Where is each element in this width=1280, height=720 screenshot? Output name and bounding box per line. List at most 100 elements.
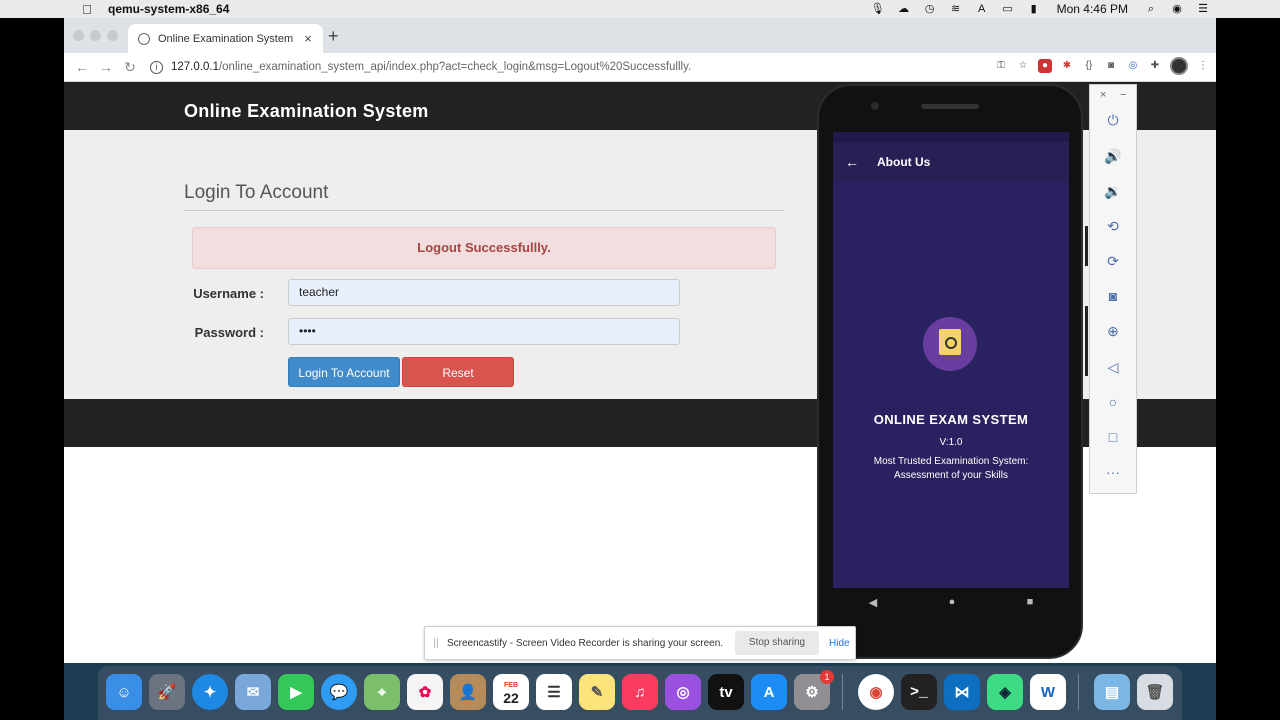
rotate-right-icon[interactable]: ⟳	[1102, 250, 1124, 272]
url-path: /online_examination_system_api/index.php…	[218, 61, 692, 73]
front-camera	[871, 102, 879, 110]
extension-screencastify-icon[interactable]: ●	[1038, 59, 1052, 73]
reset-button[interactable]: Reset	[402, 357, 514, 387]
window-close-button[interactable]	[73, 30, 84, 41]
drag-handle-icon[interactable]: ||	[429, 638, 443, 649]
username-input[interactable]: teacher	[288, 279, 680, 306]
launchpad-icon[interactable]: 🚀	[149, 674, 185, 710]
heading-divider	[184, 210, 784, 211]
zoom-icon[interactable]: ⊕	[1102, 320, 1124, 342]
emulator-close-icon[interactable]: ×	[1100, 89, 1106, 101]
more-options-icon[interactable]: ···	[1102, 461, 1124, 483]
back-arrow-icon[interactable]: ←	[845, 154, 861, 170]
terminal-icon[interactable]: >_	[901, 674, 937, 710]
system-preferences-icon[interactable]: ⚙ 1	[794, 670, 834, 710]
back-triangle-icon[interactable]: ◁	[1102, 356, 1124, 378]
overview-square-icon[interactable]: □	[1102, 426, 1124, 448]
emulator-minimize-icon[interactable]: −	[1120, 89, 1126, 101]
calendar-icon[interactable]: FEB 22	[493, 674, 529, 710]
password-key-icon[interactable]: ⚿	[994, 59, 1008, 73]
reload-icon[interactable]: ↻	[118, 59, 142, 76]
spotlight-search-icon[interactable]: ⌕	[1144, 3, 1158, 15]
extensions-puzzle-icon[interactable]: ✚	[1148, 59, 1162, 73]
extension-code-icon[interactable]: {}	[1082, 59, 1096, 73]
facetime-icon[interactable]: ▶	[278, 674, 314, 710]
vscode-icon[interactable]: ⋈	[944, 674, 980, 710]
rotate-left-icon[interactable]: ⟲	[1102, 215, 1124, 237]
webstorm-icon[interactable]: W	[1030, 674, 1066, 710]
apple-tv-icon[interactable]: tv	[708, 674, 744, 710]
photos-icon[interactable]: ✿	[407, 674, 443, 710]
control-center-icon[interactable]: ☰	[1196, 3, 1210, 15]
site-info-icon[interactable]: i	[150, 60, 163, 74]
tab-online-examination-system[interactable]: Online Examination System ×	[128, 24, 323, 53]
airplay-icon[interactable]: ▭	[1001, 3, 1015, 15]
music-icon[interactable]: ♫	[622, 674, 658, 710]
new-tab-button[interactable]: +	[328, 26, 339, 47]
window-zoom-button[interactable]	[107, 30, 118, 41]
maps-icon[interactable]: ⌖	[364, 674, 400, 710]
home-circle-icon[interactable]: ○	[1102, 391, 1124, 413]
app-store-icon[interactable]: A	[751, 674, 787, 710]
stopwatch-shape	[945, 337, 957, 349]
window-minimize-button[interactable]	[90, 30, 101, 41]
siri-icon[interactable]: ◉	[1170, 3, 1184, 15]
wifi-icon[interactable]: ≋	[949, 3, 963, 15]
screenshot-camera-icon[interactable]: ◙	[1102, 285, 1124, 307]
mail-icon[interactable]: ✉	[235, 674, 271, 710]
tab-title: Online Examination System	[158, 32, 294, 45]
power-button[interactable]	[1085, 306, 1088, 376]
password-input[interactable]: ••••	[288, 318, 680, 345]
cloud-icon[interactable]: ☁	[897, 3, 911, 15]
finder-icon[interactable]: ☺	[106, 674, 142, 710]
emulator-controls: × − ⏻ 🔊 🔉 ⟲ ⟳ ◙ ⊕ ◁ ○ □ ···	[1089, 84, 1137, 494]
active-app-name[interactable]: qemu-system-x86_64	[108, 2, 229, 16]
stop-sharing-button[interactable]: Stop sharing	[735, 631, 819, 655]
back-arrow-icon[interactable]: ←	[70, 59, 94, 75]
screen-sharing-bar: || Screencastify - Screen Video Recorder…	[424, 626, 856, 660]
time-machine-icon[interactable]: ◷	[923, 3, 937, 15]
bookmark-star-icon[interactable]: ☆	[1016, 59, 1030, 73]
extension-camera-icon[interactable]: ◙	[1104, 59, 1118, 73]
contacts-icon[interactable]: 👤	[450, 674, 486, 710]
nav-back-icon[interactable]: ◀	[869, 596, 877, 609]
url-host: 127.0.0.1	[171, 61, 219, 73]
app-bar-title: About Us	[877, 155, 931, 169]
messages-icon[interactable]: 💬	[321, 674, 357, 710]
profile-avatar[interactable]	[1170, 57, 1188, 75]
notification-badge: 1	[820, 670, 834, 684]
chrome-menu-icon[interactable]: ⋮	[1196, 59, 1210, 73]
menubar-clock[interactable]: Mon 4:46 PM	[1057, 2, 1128, 16]
android-studio-icon[interactable]: ◈	[987, 674, 1023, 710]
trash-icon[interactable]: 🗑	[1137, 674, 1173, 710]
notes-icon[interactable]: ✎	[579, 674, 615, 710]
extension-blue-icon[interactable]: ◎	[1126, 59, 1140, 73]
extension-red-icon[interactable]: ✱	[1060, 59, 1074, 73]
safari-icon[interactable]: ✦	[192, 674, 228, 710]
menubar-status-area: 🎙 ☁ ◷ ≋ A ▭ ▮ Mon 4:46 PM ⌕ ◉ ☰	[871, 0, 1210, 18]
apple-menu-icon[interactable]: 	[80, 2, 94, 17]
android-status-bar	[833, 132, 1069, 142]
microphone-icon[interactable]: 🎙	[871, 3, 885, 15]
power-icon[interactable]: ⏻	[1102, 109, 1124, 131]
nav-recents-icon[interactable]: ■	[1027, 596, 1034, 608]
forward-arrow-icon[interactable]: →	[94, 59, 118, 75]
browser-toolbar: ← → ↻ i 127.0.0.1/online_examination_sys…	[64, 53, 1216, 82]
input-source-icon[interactable]: A	[975, 3, 989, 15]
podcasts-icon[interactable]: ◎	[665, 674, 701, 710]
app-bar: ← About Us	[833, 142, 1069, 182]
volume-button[interactable]	[1085, 226, 1088, 266]
site-title[interactable]: Online Examination System	[184, 101, 429, 122]
macos-menubar:  qemu-system-x86_64 🎙 ☁ ◷ ≋ A ▭ ▮ Mon 4…	[0, 0, 1280, 18]
address-bar[interactable]: i 127.0.0.1/online_examination_system_ap…	[150, 56, 1050, 78]
nav-home-icon[interactable]: ●	[949, 596, 956, 608]
tab-close-icon[interactable]: ×	[299, 31, 317, 46]
volume-up-icon[interactable]: 🔊	[1102, 145, 1124, 167]
hide-button[interactable]: Hide	[829, 638, 850, 649]
battery-icon[interactable]: ▮	[1027, 3, 1041, 15]
login-button[interactable]: Login To Account	[288, 357, 400, 387]
chrome-icon[interactable]: ◉	[858, 674, 894, 710]
reminders-icon[interactable]: ☰	[536, 674, 572, 710]
volume-down-icon[interactable]: 🔉	[1102, 180, 1124, 202]
downloads-folder-icon[interactable]: ▤	[1094, 674, 1130, 710]
